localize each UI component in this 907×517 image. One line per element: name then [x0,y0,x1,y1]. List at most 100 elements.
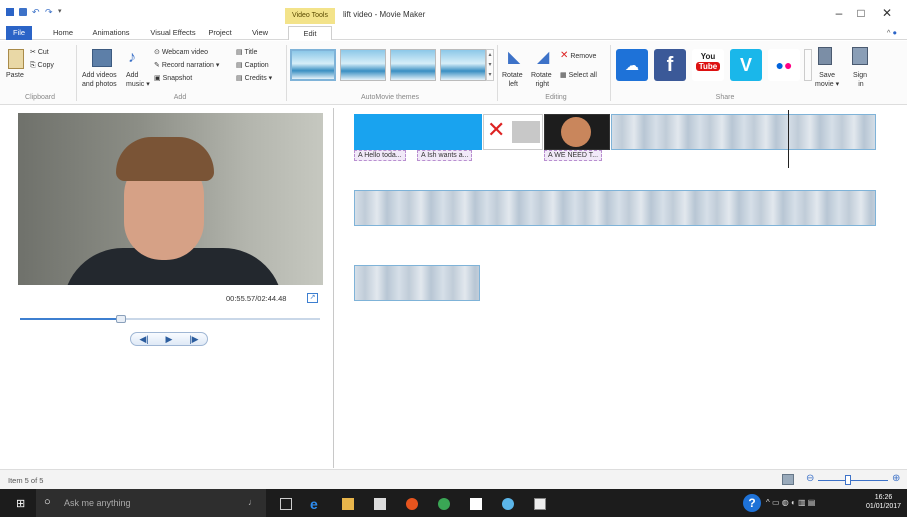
image-clip[interactable]: ✕ [483,114,543,150]
rotate-right-icon[interactable]: ◢ [537,47,549,67]
panel-divider[interactable] [333,108,334,468]
webcam-video-button[interactable]: ⊙ Webcam video [154,48,208,57]
app-icon[interactable] [438,498,450,510]
storyboard-view-icon[interactable] [782,474,794,485]
facebook-icon[interactable]: f [654,49,686,81]
tab-edit[interactable]: Edit [288,26,332,40]
taskbar: ⊞ ○ Ask me anything ♩ e ? ^ ▭ ◍ ◐ ▥ ▤ 16… [0,489,907,517]
paste-button[interactable]: Paste [6,71,24,80]
photo-clip[interactable] [544,114,610,150]
store-icon[interactable] [374,498,386,510]
theme-thumbnail[interactable] [440,49,486,81]
video-tools-context-label: Video Tools [285,8,335,24]
theme-thumbnail[interactable] [340,49,386,81]
rotate-right-button[interactable]: Rotate right [531,71,552,89]
remove-button[interactable]: ✕ Remove [560,51,596,61]
tab-home[interactable]: Home [48,26,78,40]
tab-project[interactable]: Project [205,26,235,40]
tab-file[interactable]: File [6,26,32,40]
chrome-icon[interactable] [406,498,418,510]
close-button[interactable]: ✕ [877,6,897,20]
seek-thumb[interactable] [116,315,126,323]
collapse-ribbon-icon[interactable]: ^ ● [880,26,904,40]
system-tray-icons[interactable]: ^ ▭ ◍ ◐ ▥ ▤ [766,498,815,507]
tab-view[interactable]: View [248,26,272,40]
windows-start-icon[interactable]: ⊞ [16,498,28,510]
caption-item[interactable]: A Hello toda... [354,150,406,161]
youtube-icon[interactable]: You Tube [692,49,724,81]
title-clip[interactable] [354,114,482,150]
movie-maker-icon[interactable] [502,498,514,510]
clipboard-group-label: Clipboard [25,94,55,101]
minimize-button[interactable]: – [829,6,849,20]
add-videos-icon[interactable] [92,49,112,67]
snapshot-button[interactable]: ▣ Snapshot [154,74,192,83]
maximize-button[interactable]: □ [851,6,871,20]
zoom-slider[interactable] [818,480,888,481]
file-explorer-icon[interactable] [342,498,354,510]
cut-button[interactable]: ✂ Cut [30,48,49,57]
playback-controls: ◀| ▶ |▶ [130,332,208,346]
caption-item[interactable]: A WE NEED T... [544,150,603,161]
fullscreen-icon[interactable]: ↗ [307,293,318,303]
edge-icon[interactable]: e [310,497,322,511]
redo-icon[interactable]: ↷ [45,8,53,17]
quick-access-toolbar: ↶ ↷ ▾ [6,8,66,17]
clip-thumbnail [512,121,540,143]
editing-group-label: Editing [545,94,567,101]
photos-icon[interactable] [534,498,546,510]
copy-button[interactable]: ⎘ Copy [30,61,54,70]
video-preview[interactable] [18,113,323,285]
themes-scroll[interactable]: ▴ ▾ ▾ [486,49,494,81]
customize-qat-icon[interactable]: ▾ [58,8,66,16]
remove-icon: ✕ [560,50,569,61]
paste-icon[interactable] [8,49,24,69]
music-note-icon[interactable]: ♪ [128,49,136,67]
add-music-button[interactable]: Add music ▾ [126,71,150,89]
caption-button[interactable]: ▤ Caption [236,61,269,70]
app-icon [6,8,14,16]
title-button[interactable]: ▤ Title [236,48,257,57]
zoom-in-button[interactable]: ⊕ [892,473,900,484]
tab-animations[interactable]: Animations [88,26,134,40]
caption-item[interactable]: A Ish wants a... [417,150,473,161]
playhead[interactable] [788,110,789,168]
save-movie-button[interactable]: Save movie ▾ [815,71,839,89]
share-scroll[interactable] [804,49,812,81]
theme-thumbnail[interactable] [390,49,436,81]
search-box[interactable]: ○ Ask me anything ♩ [36,489,266,517]
flickr-icon[interactable]: ●● [768,49,800,81]
notepad-icon[interactable] [470,498,482,510]
presenter-hair [116,137,214,181]
help-icon[interactable]: ? [743,494,761,512]
add-videos-button[interactable]: Add videos and photos [82,71,117,89]
sign-in-icon[interactable] [852,47,868,65]
record-narration-button[interactable]: ✎ Record narration ▾ [154,61,219,70]
missing-media-icon: ✕ [487,117,506,142]
zoom-out-button[interactable]: ⊖ [806,473,814,484]
sign-in-button[interactable]: Sign in [853,71,867,89]
video-clip[interactable] [354,190,876,226]
video-clip[interactable] [354,265,480,301]
zoom-thumb[interactable] [845,475,851,485]
clock[interactable]: 16:26 01/01/2017 [866,493,901,511]
undo-icon[interactable]: ↶ [32,8,40,17]
save-icon[interactable] [19,8,27,16]
add-group-label: Add [173,94,187,101]
rotate-left-button[interactable]: Rotate left [502,71,523,89]
task-view-icon[interactable] [280,498,292,510]
onedrive-icon[interactable]: ☁ [616,49,648,81]
credits-button[interactable]: ▤ Credits ▾ [236,74,272,83]
video-clip[interactable] [611,114,876,150]
rotate-left-icon[interactable]: ◣ [508,47,520,67]
play-button[interactable]: ▶ [166,334,173,345]
select-all-button[interactable]: ▦ Select all [560,71,597,80]
microphone-icon[interactable]: ♩ [248,497,257,507]
theme-thumbnail[interactable] [290,49,336,81]
next-frame-button[interactable]: |▶ [189,334,198,345]
previous-frame-button[interactable]: ◀| [139,334,148,345]
tab-visual-effects[interactable]: Visual Effects [146,26,200,40]
save-movie-icon[interactable] [818,47,832,65]
status-bar: Item 5 of 5 ⊖ ⊕ [0,469,907,489]
vimeo-icon[interactable]: V [730,49,762,81]
